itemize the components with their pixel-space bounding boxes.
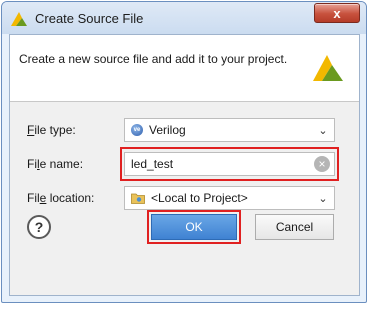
dialog-content: Create a new source file and add it to y…: [9, 34, 360, 296]
dialog-header: Create a new source file and add it to y…: [10, 35, 359, 102]
help-button[interactable]: ?: [27, 215, 51, 239]
vivado-logo-icon: [11, 12, 27, 26]
file-location-select[interactable]: <Local to Project> ⌄: [124, 186, 335, 210]
file-location-label: File location:: [27, 191, 95, 205]
file-type-select[interactable]: ve Verilog ⌄: [124, 118, 335, 142]
file-type-value: Verilog: [149, 123, 186, 137]
verilog-icon: ve: [131, 124, 143, 136]
close-button[interactable]: x: [314, 3, 360, 23]
dialog-title: Create Source File: [35, 11, 144, 26]
header-description: Create a new source file and add it to y…: [19, 52, 288, 66]
file-type-label: File type:: [27, 123, 76, 137]
title-bar[interactable]: Create Source File x: [2, 2, 366, 34]
vivado-logo: [313, 55, 343, 81]
ok-button-highlight: [147, 210, 241, 244]
file-name-highlight: [120, 147, 339, 181]
folder-icon: [131, 193, 145, 204]
chevron-down-icon[interactable]: ⌄: [312, 124, 334, 137]
create-source-file-dialog: Create Source File x Create a new source…: [1, 1, 367, 303]
cancel-button[interactable]: Cancel: [255, 214, 334, 240]
file-location-value: <Local to Project>: [151, 191, 248, 205]
file-name-label: File name:: [27, 157, 84, 171]
chevron-down-icon[interactable]: ⌄: [312, 192, 334, 205]
close-icon: x: [333, 5, 341, 21]
form-area: File type: ve Verilog ⌄ File name: led_t…: [10, 102, 359, 295]
